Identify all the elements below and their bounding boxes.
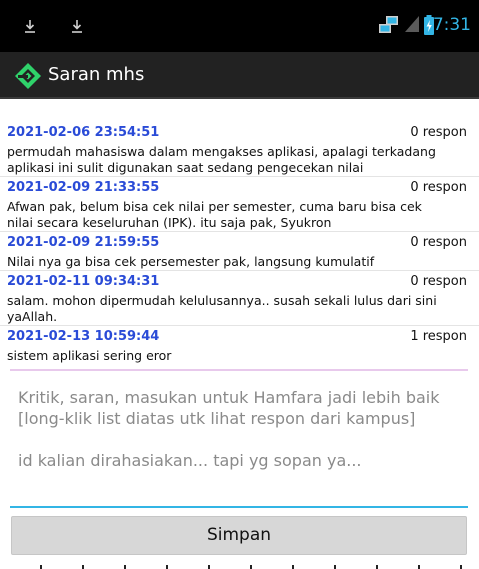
item-date: 2021-02-09 21:33:55 <box>7 180 160 195</box>
item-date: 2021-02-09 21:59:55 <box>7 235 160 250</box>
item-message: Afwan pak, belum bisa cek nilai per seme… <box>7 199 422 230</box>
response-count: 0 respon <box>410 125 467 140</box>
action-bar: Saran mhs <box>0 52 479 99</box>
response-count: 0 respon <box>410 180 467 195</box>
signal-icon <box>405 16 419 32</box>
list-item[interactable]: 2021-02-06 23:54:51 0 respon permudah ma… <box>0 122 479 177</box>
item-message: sistem aplikasi sering eror <box>7 348 172 363</box>
download-icon <box>25 20 35 33</box>
item-date: 2021-02-11 09:34:31 <box>7 274 160 289</box>
list-item[interactable]: 2021-02-09 21:33:55 0 respon Afwan pak, … <box>0 177 479 232</box>
clock: 7:31 <box>432 15 471 35</box>
response-count: 0 respon <box>410 235 467 250</box>
item-date: 2021-02-13 10:59:44 <box>7 329 160 344</box>
input-placeholder: Kritik, saran, masukan untuk Hamfara jad… <box>18 388 440 470</box>
list-item[interactable]: 2021-02-09 21:59:55 0 respon Nilai nya g… <box>0 232 479 271</box>
item-date: 2021-02-06 23:54:51 <box>7 125 160 140</box>
item-message: salam. mohon dipermudah kelulusannya.. s… <box>7 293 437 324</box>
download-icon <box>72 20 82 33</box>
list-item[interactable]: 2021-02-13 10:59:44 1 respon sistem apli… <box>0 326 479 366</box>
hamfara-logo-icon <box>15 63 41 89</box>
bottom-edge <box>0 565 479 569</box>
status-bar: 7:31 <box>0 0 479 52</box>
save-button[interactable]: Simpan <box>11 516 467 555</box>
suggestion-list[interactable]: 2021-02-06 23:54:51 0 respon permudah ma… <box>0 122 479 366</box>
item-message: Nilai nya ga bisa cek persemester pak, l… <box>7 254 375 269</box>
network-icon <box>379 16 398 33</box>
item-message: permudah mahasiswa dalam mengakses aplik… <box>7 144 436 175</box>
list-item[interactable]: 2021-02-11 09:34:31 0 respon salam. moho… <box>0 271 479 326</box>
page-title: Saran mhs <box>48 64 145 85</box>
response-count: 0 respon <box>410 274 467 289</box>
suggestion-input[interactable]: Kritik, saran, masukan untuk Hamfara jad… <box>10 369 468 508</box>
response-count: 1 respon <box>410 329 467 344</box>
